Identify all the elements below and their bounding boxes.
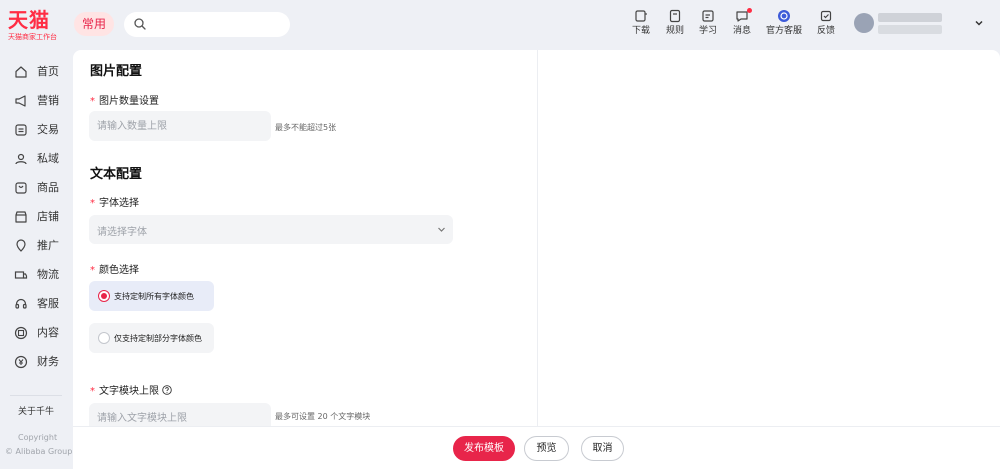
sidebar-item-finance[interactable]: 财务 (0, 350, 72, 376)
common-button[interactable]: 常用 (74, 12, 114, 36)
tool-message[interactable]: 消息 (722, 8, 762, 37)
logistics-icon (14, 271, 28, 279)
user-shop-blurred (878, 25, 942, 34)
sidebar-item-label: 营销 (37, 94, 59, 107)
official-service-icon (778, 10, 790, 22)
promotion-icon (16, 239, 26, 252)
sidebar-item-label: 物流 (37, 268, 59, 281)
radio-label: 仅支持定制部分字体颜色 (114, 334, 202, 343)
tool-label: 反馈 (816, 26, 835, 36)
chevron-down-icon (438, 227, 445, 232)
image-count-label: * 图片数量设置 (90, 92, 159, 107)
cancel-button[interactable]: 取消 (581, 436, 624, 461)
image-count-label-text: 图片数量设置 (99, 96, 159, 107)
color-label: * 颜色选择 (90, 261, 139, 276)
content-icon (14, 326, 28, 340)
text-config-title: 文本配置 (90, 167, 143, 182)
text-block-input[interactable] (89, 403, 271, 426)
tool-label: 官方客服 (765, 26, 802, 36)
text-block-hint: 最多可设置 20 个文字模块 (275, 412, 371, 421)
sidebar-item-trade[interactable]: 交易 (0, 118, 72, 144)
tool-official-service[interactable]: 官方客服 (764, 9, 804, 37)
sidebar-item-home[interactable]: 首页 (0, 60, 72, 86)
color-option-all[interactable]: 支持定制所有字体颜色 (89, 281, 214, 311)
megaphone-icon (15, 95, 26, 107)
sidebar-item-service[interactable]: 客服 (0, 292, 72, 318)
preview-button[interactable]: 预览 (524, 436, 569, 461)
avatar-icon (854, 13, 874, 33)
publish-template-button[interactable]: 发布模板 (453, 436, 515, 461)
sidebar-item-store[interactable]: 店铺 (0, 205, 72, 231)
product-icon (15, 182, 27, 194)
finance-icon (14, 355, 28, 369)
text-block-label-text: 文字模块上限 (99, 386, 159, 397)
sidebar-item-label: 商品 (37, 181, 59, 194)
tool-feedback[interactable]: 反馈 (806, 9, 846, 37)
learn-icon (702, 10, 714, 22)
copyright-label: Copyright (18, 433, 58, 442)
font-select-placeholder: 请选择字体 (97, 227, 147, 238)
image-config-title: 图片配置 (90, 64, 143, 79)
sidebar: 首页 营销 交易 私域 商品 店铺 推广 物流 客服 内容 财务 关于千牛 Co… (0, 50, 72, 469)
tmall-logo[interactable]: 天猫 天猫商家工作台 (8, 8, 68, 42)
help-icon[interactable] (162, 385, 172, 395)
tool-label: 消息 (732, 26, 751, 36)
feedback-icon (820, 10, 832, 22)
sidebar-item-promotion[interactable]: 推广 (0, 234, 72, 260)
required-mark: * (90, 386, 95, 397)
sidebar-divider (10, 395, 62, 396)
private-domain-icon (15, 153, 27, 165)
radio-selected-icon (98, 290, 110, 302)
sidebar-item-content[interactable]: 内容 (0, 321, 72, 347)
search-input[interactable] (152, 15, 282, 34)
sidebar-item-private-domain[interactable]: 私域 (0, 147, 72, 173)
radio-label: 支持定制所有字体颜色 (114, 292, 194, 301)
sidebar-item-label: 首页 (37, 65, 59, 78)
top-header: 天猫 天猫商家工作台 常用 下载 规则 学习 消息 官方客服 反馈 (0, 0, 1000, 50)
required-mark: * (90, 96, 95, 107)
required-mark: * (90, 265, 95, 276)
main-panel: 图片配置 * 图片数量设置 最多不能超过5张 文本配置 * 字体选择 请选择字体 *… (73, 50, 1000, 426)
color-label-text: 颜色选择 (99, 265, 139, 276)
copyright-owner: © Alibaba Group (5, 447, 73, 456)
unread-badge (747, 8, 752, 13)
sidebar-item-label: 内容 (37, 326, 59, 339)
sidebar-item-label: 财务 (37, 355, 59, 368)
brand-subtitle: 天猫商家工作台 (8, 33, 57, 41)
service-icon (15, 298, 27, 309)
sidebar-item-label: 推广 (37, 239, 59, 252)
sidebar-item-marketing[interactable]: 营销 (0, 89, 72, 115)
search-icon (134, 18, 146, 30)
user-name-blurred (878, 13, 942, 22)
home-icon (15, 66, 27, 78)
panel-divider (537, 50, 538, 426)
brand-name: 天猫 (8, 8, 50, 32)
action-footer: 发布模板 预览 取消 (73, 426, 1000, 469)
about-qianniu-link[interactable]: 关于千牛 (18, 404, 54, 417)
sidebar-item-label: 私域 (37, 152, 59, 165)
search-box[interactable] (124, 12, 290, 37)
sidebar-item-logistics[interactable]: 物流 (0, 263, 72, 289)
chevron-down-icon (975, 20, 983, 26)
color-option-partial[interactable]: 仅支持定制部分字体颜色 (89, 323, 214, 353)
required-mark: * (90, 198, 95, 209)
font-label-text: 字体选择 (99, 198, 139, 209)
sidebar-item-label: 客服 (37, 297, 59, 310)
rules-icon (669, 9, 681, 23)
font-select[interactable]: 请选择字体 (89, 215, 453, 244)
image-count-hint: 最多不能超过5张 (275, 123, 337, 132)
trade-icon (15, 124, 27, 136)
sidebar-item-label: 交易 (37, 123, 59, 136)
sidebar-item-label: 店铺 (37, 210, 59, 223)
font-label: * 字体选择 (90, 194, 139, 209)
sidebar-item-product[interactable]: 商品 (0, 176, 72, 202)
radio-unselected-icon (98, 332, 110, 344)
text-block-label: * 文字模块上限 (90, 382, 172, 397)
image-count-input[interactable] (89, 111, 271, 141)
store-icon (15, 211, 27, 223)
download-icon (635, 10, 647, 22)
